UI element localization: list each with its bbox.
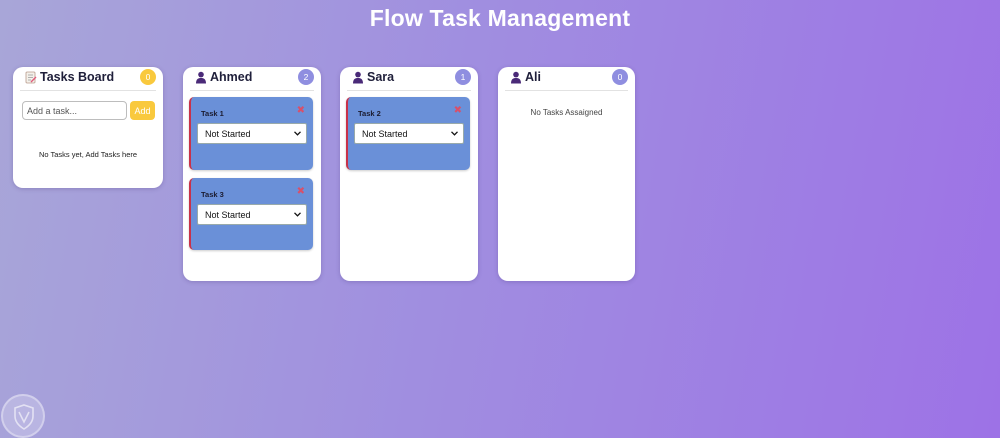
add-task-button[interactable]: Add xyxy=(130,101,155,120)
tasks-board-empty-message: No Tasks yet, Add Tasks here xyxy=(38,150,138,159)
chevron-down-icon xyxy=(451,131,458,136)
user-task-count-badge: 0 xyxy=(612,69,628,85)
user-name: Ali xyxy=(525,70,541,84)
chevron-down-icon xyxy=(294,131,301,136)
task-status-select[interactable]: Not Started xyxy=(197,123,307,144)
task-status-value: Not Started xyxy=(362,129,408,139)
close-icon[interactable]: ✖ xyxy=(297,106,305,116)
add-task-input[interactable] xyxy=(22,101,127,120)
user-name: Ahmed xyxy=(210,70,253,84)
task-name: Task 1 xyxy=(201,109,224,118)
close-icon[interactable]: ✖ xyxy=(297,187,305,197)
user-task-count-badge: 2 xyxy=(298,69,314,85)
close-icon[interactable]: ✖ xyxy=(454,106,462,116)
tasks-board-title: Tasks Board xyxy=(40,70,115,84)
user-icon xyxy=(511,71,521,84)
user-column-ahmed: Ahmed 2 Task 1 ✖ Not Started Task 3 ✖ No… xyxy=(183,67,321,281)
shield-logo-icon xyxy=(1,394,45,438)
task-name: Task 2 xyxy=(358,109,381,118)
page-title: Flow Task Management xyxy=(369,5,631,31)
tasks-board-column: Tasks Board 0 Add No Tasks yet, Add Task… xyxy=(13,67,163,188)
user-task-count-badge: 1 xyxy=(455,69,471,85)
tasks-board-header: Tasks Board 0 xyxy=(20,67,156,91)
memo-icon xyxy=(25,71,37,84)
task-status-select[interactable]: Not Started xyxy=(197,204,307,225)
user-column-header: Ali 0 xyxy=(505,67,628,91)
task-card[interactable]: Task 3 ✖ Not Started xyxy=(189,178,313,250)
tasks-board-count-badge: 0 xyxy=(140,69,156,85)
user-icon xyxy=(353,71,363,84)
user-column-header: Sara 1 xyxy=(347,67,471,91)
task-status-value: Not Started xyxy=(205,129,251,139)
chevron-down-icon xyxy=(294,212,301,217)
task-name: Task 3 xyxy=(201,190,224,199)
user-icon xyxy=(196,71,206,84)
task-status-select[interactable]: Not Started xyxy=(354,123,464,144)
user-name: Sara xyxy=(367,70,395,84)
user-column-header: Ahmed 2 xyxy=(190,67,314,91)
no-tasks-message: No Tasks Assaigned xyxy=(530,108,603,117)
shield-icon xyxy=(14,404,34,430)
task-card[interactable]: Task 1 ✖ Not Started xyxy=(189,97,313,170)
user-column-sara: Sara 1 Task 2 ✖ Not Started xyxy=(340,67,478,281)
task-status-value: Not Started xyxy=(205,210,251,220)
user-column-ali: Ali 0 No Tasks Assaigned xyxy=(498,67,635,281)
task-card[interactable]: Task 2 ✖ Not Started xyxy=(346,97,470,170)
